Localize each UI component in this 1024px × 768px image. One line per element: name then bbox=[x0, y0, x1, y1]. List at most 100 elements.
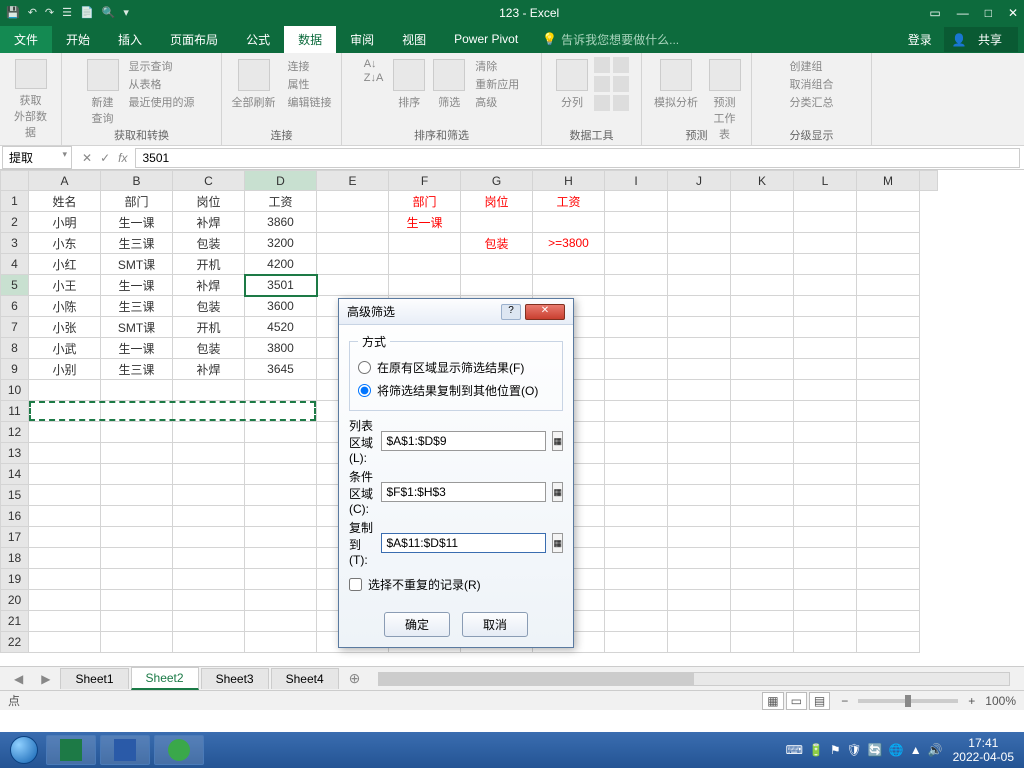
cell[interactable] bbox=[857, 317, 920, 338]
cell[interactable]: 生一课 bbox=[101, 338, 173, 359]
cell[interactable] bbox=[245, 632, 317, 653]
cell[interactable] bbox=[668, 569, 731, 590]
cell[interactable] bbox=[245, 401, 317, 422]
cell[interactable]: 生一课 bbox=[389, 212, 461, 233]
cell[interactable] bbox=[857, 464, 920, 485]
minimize-icon[interactable]: — bbox=[957, 6, 969, 20]
cell[interactable] bbox=[731, 464, 794, 485]
cell[interactable] bbox=[389, 275, 461, 296]
cell[interactable]: 姓名 bbox=[29, 191, 101, 212]
cell[interactable] bbox=[245, 380, 317, 401]
cell[interactable] bbox=[731, 191, 794, 212]
qat-icon[interactable]: 📄 bbox=[80, 6, 94, 19]
cell[interactable] bbox=[245, 464, 317, 485]
cell[interactable]: 生三课 bbox=[101, 233, 173, 254]
cell[interactable] bbox=[173, 632, 245, 653]
cell[interactable]: 包装 bbox=[173, 296, 245, 317]
cell[interactable]: 3200 bbox=[245, 233, 317, 254]
column-header[interactable]: H bbox=[533, 171, 605, 191]
cell[interactable] bbox=[317, 212, 389, 233]
cell[interactable] bbox=[605, 275, 668, 296]
cell[interactable] bbox=[461, 275, 533, 296]
tab-review[interactable]: 审阅 bbox=[336, 26, 388, 53]
cell[interactable] bbox=[668, 191, 731, 212]
cell[interactable] bbox=[29, 422, 101, 443]
cell[interactable] bbox=[29, 380, 101, 401]
unique-records-checkbox[interactable] bbox=[349, 578, 362, 591]
cell[interactable] bbox=[101, 422, 173, 443]
cell[interactable] bbox=[731, 590, 794, 611]
share-button[interactable]: 👤 共享 bbox=[944, 27, 1018, 52]
cell[interactable] bbox=[101, 485, 173, 506]
start-button[interactable] bbox=[4, 734, 44, 766]
cell[interactable]: 3800 bbox=[245, 338, 317, 359]
undo-icon[interactable]: ↶ bbox=[28, 6, 37, 19]
cell[interactable] bbox=[668, 275, 731, 296]
cell[interactable] bbox=[245, 548, 317, 569]
cell[interactable] bbox=[173, 485, 245, 506]
radio-filter-in-place[interactable] bbox=[358, 361, 371, 374]
subtotal-button[interactable]: 分类汇总 bbox=[786, 93, 838, 111]
cell[interactable] bbox=[605, 569, 668, 590]
filter-icon[interactable] bbox=[433, 59, 465, 91]
sort-icon[interactable] bbox=[393, 59, 425, 91]
cell[interactable] bbox=[668, 338, 731, 359]
cell[interactable] bbox=[668, 317, 731, 338]
tool-icon[interactable] bbox=[594, 95, 610, 111]
redo-icon[interactable]: ↷ bbox=[45, 6, 54, 19]
cell[interactable] bbox=[533, 275, 605, 296]
advanced-button[interactable]: 高级 bbox=[471, 93, 523, 111]
cell[interactable]: 生三课 bbox=[101, 359, 173, 380]
taskbar-browser-button[interactable] bbox=[154, 735, 204, 765]
qat-icon[interactable]: ☰ bbox=[62, 6, 72, 19]
cell[interactable]: 包装 bbox=[461, 233, 533, 254]
cell[interactable] bbox=[29, 548, 101, 569]
cell[interactable] bbox=[668, 212, 731, 233]
cell[interactable] bbox=[731, 632, 794, 653]
cell[interactable] bbox=[605, 212, 668, 233]
cell[interactable] bbox=[29, 527, 101, 548]
cell[interactable] bbox=[857, 254, 920, 275]
taskbar-word-button[interactable] bbox=[100, 735, 150, 765]
cell[interactable] bbox=[731, 212, 794, 233]
ungroup-button[interactable]: 取消组合 bbox=[786, 75, 838, 93]
cell[interactable]: SMT课 bbox=[101, 317, 173, 338]
cell[interactable] bbox=[794, 632, 857, 653]
from-table-button[interactable]: 从表格 bbox=[125, 75, 199, 93]
list-range-input[interactable] bbox=[381, 431, 546, 451]
sheet-tab[interactable]: Sheet2 bbox=[131, 667, 199, 690]
cell[interactable] bbox=[533, 212, 605, 233]
cell[interactable] bbox=[101, 632, 173, 653]
cell[interactable] bbox=[668, 422, 731, 443]
row-header[interactable]: 19 bbox=[1, 569, 29, 590]
get-external-data-button[interactable]: 获取 外部数据 bbox=[8, 91, 53, 141]
cell[interactable] bbox=[668, 464, 731, 485]
zoom-in-button[interactable]: + bbox=[968, 694, 975, 708]
cell[interactable]: 4200 bbox=[245, 254, 317, 275]
tab-view[interactable]: 视图 bbox=[388, 26, 440, 53]
cell[interactable] bbox=[605, 485, 668, 506]
cell[interactable] bbox=[794, 569, 857, 590]
cell[interactable] bbox=[533, 254, 605, 275]
add-sheet-button[interactable]: ⊕ bbox=[341, 670, 369, 687]
cell[interactable] bbox=[668, 443, 731, 464]
cell[interactable] bbox=[794, 191, 857, 212]
cell[interactable] bbox=[731, 548, 794, 569]
taskbar-excel-button[interactable] bbox=[46, 735, 96, 765]
cell[interactable]: 开机 bbox=[173, 254, 245, 275]
cell[interactable] bbox=[668, 611, 731, 632]
row-header[interactable]: 1 bbox=[1, 191, 29, 212]
text-to-columns-icon[interactable] bbox=[556, 59, 588, 91]
cell[interactable]: >=3800 bbox=[533, 233, 605, 254]
cell[interactable]: 部门 bbox=[389, 191, 461, 212]
cell[interactable]: 包装 bbox=[173, 233, 245, 254]
cell[interactable] bbox=[794, 464, 857, 485]
cell[interactable] bbox=[29, 590, 101, 611]
clear-button[interactable]: 清除 bbox=[471, 57, 523, 75]
cell[interactable]: 小别 bbox=[29, 359, 101, 380]
cell[interactable] bbox=[605, 380, 668, 401]
column-header[interactable]: M bbox=[857, 171, 920, 191]
horizontal-scrollbar[interactable] bbox=[378, 672, 1010, 686]
zoom-level[interactable]: 100% bbox=[985, 694, 1016, 708]
row-header[interactable]: 8 bbox=[1, 338, 29, 359]
